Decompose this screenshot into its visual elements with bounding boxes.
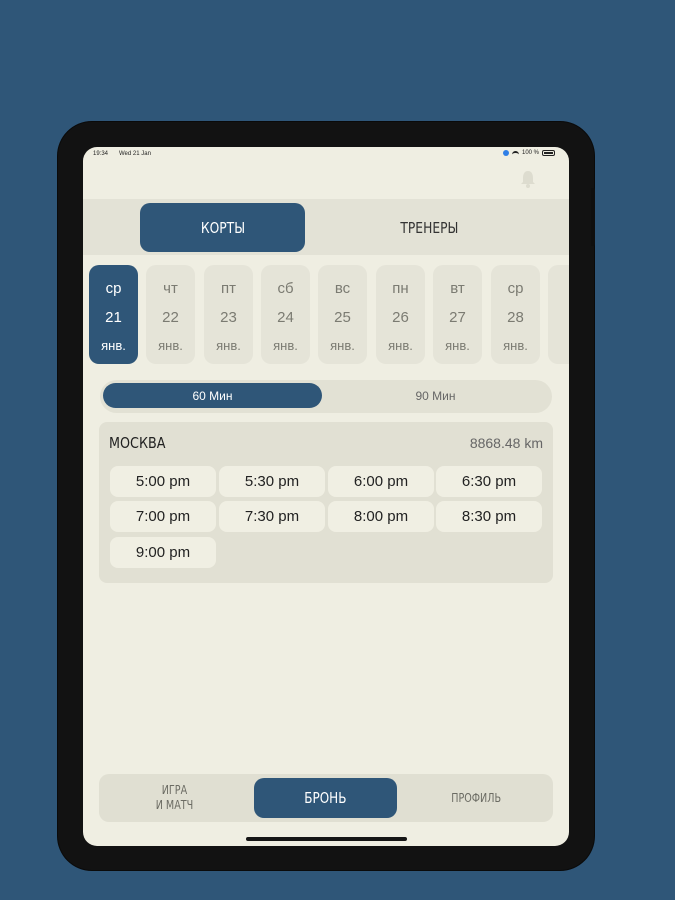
date-day: 21 [105,309,122,326]
time-slot-button[interactable]: 7:30 pm [219,501,325,532]
location-icon [502,150,509,156]
tab-booking[interactable]: БРОНЬ [254,778,397,818]
time-slot-button[interactable]: 9:00 pm [110,537,216,568]
tab-profile-label: ПРОФИЛЬ [451,790,502,805]
time-slot-button[interactable]: 5:00 pm [110,466,216,497]
tab-booking-label: БРОНЬ [304,788,347,807]
date-weekday: чт [163,280,178,297]
tab-trainers[interactable]: ТРЕНЕРЫ [347,203,512,252]
date-weekday: сб [277,280,294,297]
time-slot-button[interactable]: 6:00 pm [328,466,434,497]
tab-game-match-label: ИГРА И МАТЧ [155,783,193,812]
wifi-icon [511,150,519,156]
date-weekday: пт [221,280,236,297]
app-screen: 19:34 Wed 21 Jan 100 % КОРТЫ ТРЕНЕРЫ ср … [83,147,569,846]
tab-trainers-label: ТРЕНЕРЫ [400,218,459,237]
date-day: 2 [548,309,569,326]
time-slot-button[interactable]: 5:30 pm [219,466,325,497]
date-month: янв. [273,338,298,353]
battery-icon [542,150,555,156]
date-month: янв. [330,338,355,353]
tablet-side-button [591,188,595,246]
date-month: янв. [101,338,126,353]
status-right: 100 % [502,150,555,156]
date-month: я [548,338,570,353]
date-weekday: пн [392,280,409,297]
date-day: 23 [220,309,237,326]
date-day: 28 [507,309,524,326]
venue-city: МОСКВА [109,434,166,452]
date-weekday: ср [507,280,524,297]
date-day: 24 [277,309,294,326]
time-slot-button[interactable]: 7:00 pm [110,501,216,532]
date-item[interactable]: пн 26 янв. [376,265,425,364]
tab-courts[interactable]: КОРТЫ [140,203,305,252]
date-month: янв. [503,338,528,353]
date-item[interactable]: вт 27 янв. [433,265,482,364]
date-month: янв. [445,338,470,353]
date-item[interactable]: ср 28 янв. [491,265,540,364]
battery-percent: 100 % [521,150,539,156]
date-day: 27 [449,309,466,326]
date-item[interactable]: ч 2 я [548,265,569,364]
date-item[interactable]: вс 25 янв. [318,265,367,364]
status-date: Wed 21 Jan [119,151,151,157]
duration-90-button[interactable]: 90 Мин [322,383,549,408]
home-indicator[interactable] [246,837,407,841]
date-month: янв. [388,338,413,353]
date-day: 26 [392,309,409,326]
date-day: 22 [162,309,179,326]
date-item[interactable]: ср 21 янв. [89,265,138,364]
date-weekday: ч [548,280,570,297]
date-item[interactable]: пт 23 янв. [204,265,253,364]
date-item[interactable]: чт 22 янв. [146,265,195,364]
date-item[interactable]: сб 24 янв. [261,265,310,364]
date-month: янв. [216,338,241,353]
date-picker: ср 21 янв. чт 22 янв. пт 23 янв. сб 24 я… [89,265,569,365]
status-bar: 19:34 Wed 21 Jan 100 % [83,147,569,163]
date-weekday: вт [450,280,465,297]
duration-60-button[interactable]: 60 Мин [103,383,322,408]
section-switcher: КОРТЫ ТРЕНЕРЫ [83,199,569,255]
tab-profile[interactable]: ПРОФИЛЬ [419,778,534,818]
date-weekday: ср [105,280,122,297]
bottom-tab-bar: ИГРА И МАТЧ БРОНЬ ПРОФИЛЬ [99,774,553,822]
tab-courts-label: КОРТЫ [200,218,245,237]
venue-card: МОСКВА 8868.48 km 5:00 pm 5:30 pm 6:00 p… [99,422,553,583]
status-time: 19:34 [93,151,109,157]
time-slot-button[interactable]: 8:00 pm [328,501,434,532]
date-month: янв. [158,338,183,353]
time-slot-button[interactable]: 8:30 pm [436,501,542,532]
tab-game-match[interactable]: ИГРА И МАТЧ [119,778,229,818]
time-slot-button[interactable]: 6:30 pm [436,466,542,497]
date-day: 25 [334,309,351,326]
bell-icon[interactable] [519,169,537,189]
duration-toggle: 60 Мин 90 Мин [100,380,552,413]
date-weekday: вс [334,280,351,297]
venue-distance: 8868.48 km [469,435,543,451]
